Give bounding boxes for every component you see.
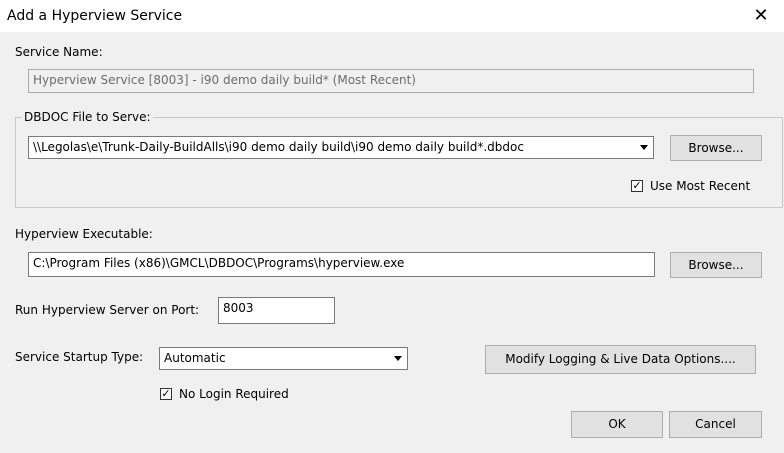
service-name-label: Service Name: [15, 45, 103, 59]
chevron-down-icon[interactable] [388, 348, 407, 369]
use-most-recent-label: Use Most Recent [650, 179, 751, 193]
startup-type-dropdown[interactable]: Automatic [159, 347, 408, 370]
modify-logging-button[interactable]: Modify Logging & Live Data Options.... [485, 345, 756, 374]
dbdoc-group [15, 117, 783, 208]
cancel-button[interactable]: Cancel [669, 411, 762, 438]
window-title: Add a Hyperview Service [7, 8, 183, 24]
use-most-recent-checkbox[interactable]: ✓ Use Most Recent [631, 179, 750, 193]
ok-button[interactable]: OK [571, 411, 663, 438]
close-icon[interactable]: ✕ [748, 5, 774, 27]
dbdoc-group-legend: DBDOC File to Serve: [22, 110, 153, 124]
executable-field[interactable]: C:\Program Files (x86)\GMCL\DBDOC\Progra… [28, 252, 655, 277]
dbdoc-path-dropdown[interactable]: \\Legolas\e\Trunk-Daily-BuildAlls\i90 de… [28, 136, 654, 159]
startup-type-value: Automatic [164, 351, 226, 365]
no-login-required-label: No Login Required [179, 387, 289, 401]
checkbox-check-icon: ✓ [631, 179, 643, 192]
chevron-down-icon[interactable] [634, 137, 653, 158]
port-label: Run Hyperview Server on Port: [15, 303, 200, 317]
startup-type-label: Service Startup Type: [15, 350, 144, 364]
dbdoc-browse-button[interactable]: Browse... [670, 135, 762, 161]
dbdoc-path-value: \\Legolas\e\Trunk-Daily-BuildAlls\i90 de… [33, 140, 524, 154]
executable-browse-button[interactable]: Browse... [670, 252, 762, 278]
service-name-field: Hyperview Service [8003] - i90 demo dail… [28, 69, 754, 93]
checkbox-check-icon: ✓ [160, 387, 172, 400]
port-field[interactable]: 8003 [218, 297, 335, 324]
no-login-required-checkbox[interactable]: ✓ No Login Required [160, 387, 289, 401]
executable-label: Hyperview Executable: [15, 227, 153, 241]
